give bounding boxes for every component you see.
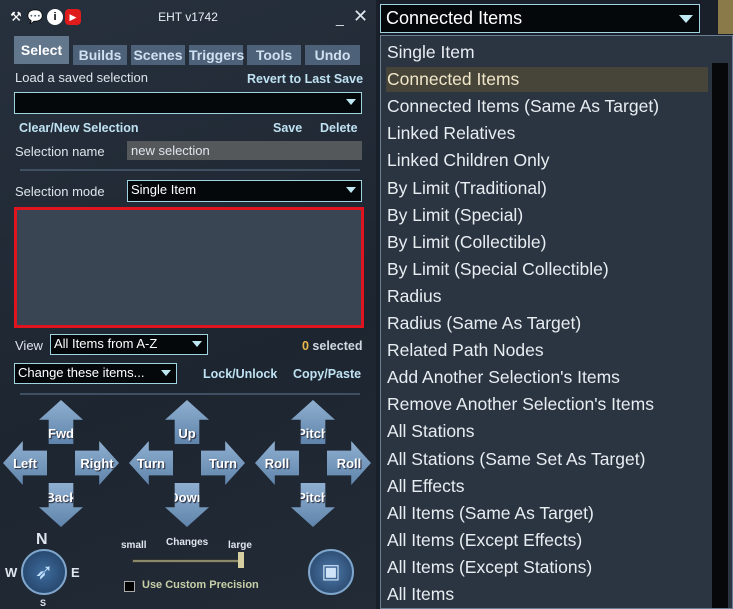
mode-option[interactable]: Linked Relatives [386,121,708,146]
changes-label: Changes [166,537,209,548]
mode-option[interactable]: By Limit (Special Collectible) [386,257,708,282]
custom-precision-checkbox[interactable] [124,581,135,592]
mode-option[interactable]: Remove Another Selection's Items [386,392,708,417]
delete-button[interactable]: Delete [320,121,358,135]
compass-w: W [5,565,18,580]
roll-left-button[interactable]: Roll [255,441,299,485]
background-scene [718,0,733,34]
close-button[interactable]: ✕ [353,6,368,27]
chevron-down-icon [346,187,356,193]
move-down-button[interactable]: Down [165,483,209,527]
change-items-dropdown[interactable]: Change these items... [14,363,177,384]
selection-items-box[interactable] [14,207,364,328]
chevron-down-icon [161,370,171,376]
lock-unlock-button[interactable]: Lock/Unlock [203,367,277,381]
move-forward-button[interactable]: Fwd [39,400,83,444]
selected-count: 0 selected [302,339,363,353]
mode-option[interactable]: All Stations (Same Set As Target) [386,447,708,472]
load-label: Load a saved selection [15,70,148,85]
move-up-button[interactable]: Up [165,400,209,444]
chevron-down-icon [679,15,693,23]
compass-icon[interactable]: ➶ [21,549,67,595]
mode-option[interactable]: Connected Items (Same As Target) [386,94,708,119]
tab-triggers[interactable]: Triggers [189,45,244,65]
mode-dropdown[interactable]: Connected Items [380,4,700,33]
load-selection-dropdown[interactable] [14,92,362,114]
scrollbar[interactable] [712,63,728,608]
mode-option[interactable]: By Limit (Special) [386,203,708,228]
mode-option[interactable]: All Items [386,582,708,607]
selection-name-label: Selection name [15,144,105,159]
selection-name-input[interactable]: new selection [127,141,362,160]
tab-select[interactable]: Select [14,36,69,64]
revert-button[interactable]: Revert to Last Save [247,72,363,86]
compass-n: N [36,531,48,548]
copy-paste-button[interactable]: Copy/Paste [293,367,361,381]
tab-builds[interactable]: Builds [73,45,127,65]
divider [20,393,360,395]
save-button[interactable]: Save [273,121,302,135]
mode-option[interactable]: All Effects [386,474,708,499]
inventory-box-icon[interactable]: ▣ [308,549,354,595]
turn-left-button[interactable]: Turn [129,441,173,485]
mode-option[interactable]: By Limit (Traditional) [386,176,708,201]
view-dropdown[interactable]: All Items from A-Z [50,334,208,355]
mode-option[interactable]: By Limit (Collectible) [386,230,708,255]
mode-option[interactable]: Linked Children Only [386,148,708,173]
clear-selection-button[interactable]: Clear/New Selection [19,121,139,135]
tab-undo[interactable]: Undo [305,45,360,65]
turn-right-button[interactable]: Turn [201,441,245,485]
mode-option[interactable]: All Items (Except Effects) [386,528,708,553]
changes-slider-handle[interactable] [238,552,244,568]
mode-option[interactable]: Radius [386,284,708,309]
tab-scenes[interactable]: Scenes [131,45,185,65]
window-title: EHT v1742 [158,10,218,24]
mode-option[interactable]: Add Another Selection's Items [386,365,708,390]
mode-option[interactable]: All Items (Same As Target) [386,501,708,526]
compass-e: E [71,565,80,580]
selection-mode-label: Selection mode [15,184,105,199]
pitch-up-button[interactable]: Pitch [291,400,335,444]
pitch-down-button[interactable]: Pitch [291,483,335,527]
mode-option[interactable]: All Items (Except Stations) [386,555,708,580]
view-label: View [15,338,43,353]
eht-panel: ⚒ 💬 i ▶ EHT v1742 _ ✕ Select Builds Scen… [0,0,376,609]
custom-precision-label: Use Custom Precision [142,579,259,591]
tab-tools[interactable]: Tools [247,45,301,65]
compass-s: S [40,598,47,608]
chevron-down-icon [192,341,202,347]
changes-slider[interactable] [132,559,244,563]
selection-mode-dropdown[interactable]: Single Item [127,180,362,202]
chevron-down-icon [346,99,356,105]
move-back-button[interactable]: Back [39,483,83,527]
mode-option[interactable]: Radius (Same As Target) [386,311,708,336]
move-left-button[interactable]: Left [3,441,47,485]
mode-options-list: Single Item Connected Items Connected Item… [380,35,733,609]
changes-small-label: small [121,540,147,551]
mode-option[interactable]: Connected Items [386,67,708,93]
mode-option[interactable]: Single Item [386,40,708,65]
changes-large-label: large [228,540,252,551]
minimize-button[interactable]: _ [336,10,344,26]
mode-option[interactable]: All Stations [386,419,708,444]
roll-right-button[interactable]: Roll [327,441,371,485]
mode-option[interactable]: Related Path Nodes [386,338,708,363]
move-right-button[interactable]: Right [75,441,119,485]
divider [20,169,360,171]
